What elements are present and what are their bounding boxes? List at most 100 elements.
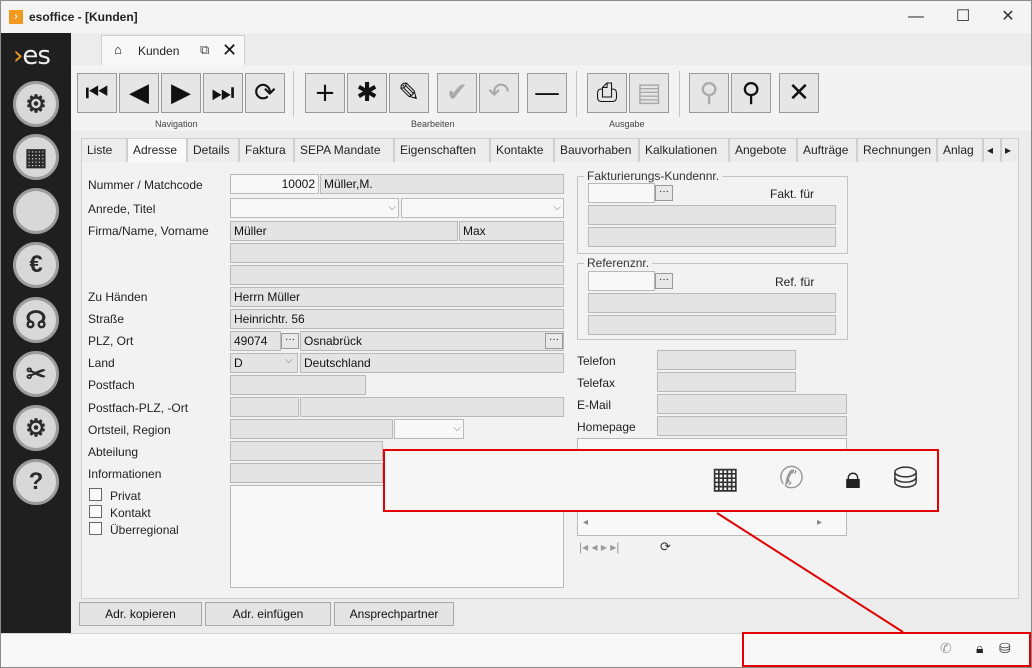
city-field[interactable]: Osnabrück	[300, 331, 564, 351]
attention-field[interactable]: Herrn Müller	[230, 287, 564, 307]
tab-sepa-mandate[interactable]: SEPA Mandate	[294, 138, 394, 162]
homepage-field[interactable]	[657, 416, 847, 436]
pobox-zip-field[interactable]	[230, 397, 299, 417]
label-email: E-Mail	[577, 398, 612, 412]
database-icon[interactable]: ⛁	[999, 641, 1011, 657]
external-window-icon[interactable]: ⧉	[200, 42, 209, 58]
delete-button[interactable]: —	[527, 73, 567, 113]
last-record-button[interactable]: ⏭	[203, 73, 243, 113]
kontakt-checkbox[interactable]	[89, 505, 102, 518]
name-line-2-field[interactable]	[230, 243, 564, 263]
tab-adresse[interactable]: Adresse	[127, 138, 187, 163]
headset-icon[interactable]: ☊	[13, 297, 59, 343]
zip-lookup-button[interactable]: ···	[281, 333, 299, 349]
copy-address-button[interactable]: Adr. kopieren	[79, 602, 202, 626]
tab-anlagen[interactable]: Anlag	[937, 138, 983, 162]
tab-rechnungen[interactable]: Rechnungen	[857, 138, 937, 162]
billing-number-legend: Fakturierungs-Kundennr.	[584, 169, 723, 183]
minimize-button[interactable]: —	[894, 3, 938, 31]
billing-number-field[interactable]	[588, 183, 655, 203]
customer-number-field[interactable]: 10002	[230, 174, 319, 194]
reference-line-2-field[interactable]	[588, 315, 836, 335]
new-button[interactable]: ✱	[347, 73, 387, 113]
chevron-down-icon: ⌵	[285, 355, 293, 366]
settings-gears-icon[interactable]: ⚙	[13, 405, 59, 451]
running-person-icon[interactable]: ⚲	[731, 73, 771, 113]
save-button[interactable]: ✔	[437, 73, 477, 113]
billing-line-1-field[interactable]	[588, 205, 836, 225]
tab-auftraege[interactable]: Aufträge	[797, 138, 857, 162]
tab-kalkulationen[interactable]: Kalkulationen	[639, 138, 729, 162]
print-button[interactable]: ⎙	[587, 73, 627, 113]
street-field[interactable]: Heinrichtr. 56	[230, 309, 564, 329]
gear-icon[interactable]: ⚙	[13, 81, 59, 127]
reference-number-field[interactable]	[588, 271, 655, 291]
tab-scroll-left[interactable]: ◂	[983, 138, 1001, 162]
close-tab-icon[interactable]: ✕	[222, 40, 237, 61]
department-field[interactable]	[230, 441, 383, 461]
walking-person-icon[interactable]: ⚲	[689, 73, 729, 113]
close-window-button[interactable]: ✕	[986, 3, 1030, 31]
add-button[interactable]: +	[305, 73, 345, 113]
grid-scroll-right[interactable]: ▸	[817, 517, 822, 528]
cancel-button[interactable]: ✕	[779, 73, 819, 113]
country-name-field[interactable]: Deutschland	[300, 353, 564, 373]
billing-lookup-button[interactable]: ···	[655, 185, 673, 201]
building-grid-icon[interactable]: ▦	[13, 134, 59, 180]
phone-field[interactable]	[657, 350, 796, 370]
reference-lookup-button[interactable]: ···	[655, 273, 673, 289]
fax-field[interactable]	[657, 372, 796, 392]
contact-persons-button[interactable]: Ansprechpartner	[334, 602, 454, 626]
print-preview-button[interactable]: ▤	[629, 73, 669, 113]
salutation-select[interactable]: ⌵	[230, 198, 399, 218]
reference-line-1-field[interactable]	[588, 293, 836, 313]
edit-button[interactable]: ✎	[389, 73, 429, 113]
blank-icon[interactable]	[13, 188, 59, 234]
label-ueberregional: Überregional	[110, 523, 179, 537]
help-icon[interactable]: ?	[13, 459, 59, 505]
firstname-field[interactable]: Max	[459, 221, 564, 241]
billing-line-2-field[interactable]	[588, 227, 836, 247]
name-line-3-field[interactable]	[230, 265, 564, 285]
label-abteilung: Abteilung	[88, 445, 139, 459]
paste-address-button[interactable]: Adr. einfügen	[205, 602, 331, 626]
database-icon: ⛁	[893, 461, 919, 496]
app-logo: ›es	[13, 41, 51, 71]
next-record-button[interactable]: ▶	[161, 73, 201, 113]
tab-faktura[interactable]: Faktura	[239, 138, 294, 162]
tab-details[interactable]: Details	[187, 138, 239, 162]
pobox-field[interactable]	[230, 375, 366, 395]
privat-checkbox[interactable]	[89, 488, 102, 501]
phone-icon[interactable]: ✆	[940, 641, 952, 657]
city-lookup-button[interactable]: ···	[545, 333, 563, 349]
matchcode-field[interactable]: Müller,M.	[320, 174, 564, 194]
undo-button[interactable]: ↶	[479, 73, 519, 113]
tab-liste[interactable]: Liste	[81, 138, 127, 162]
info-header-field[interactable]	[230, 463, 383, 483]
district-field[interactable]	[230, 419, 393, 439]
tab-bauvorhaben[interactable]: Bauvorhaben	[554, 138, 639, 162]
tab-kontakte[interactable]: Kontakte	[490, 138, 554, 162]
tab-eigenschaften[interactable]: Eigenschaften	[394, 138, 490, 162]
grid-navigator[interactable]: |◂ ◂ ▸ ▸|	[579, 540, 619, 554]
tab-scroll-right[interactable]: ▸	[1001, 138, 1019, 162]
maximize-button[interactable]: ☐	[941, 3, 985, 31]
previous-record-button[interactable]: ◀	[119, 73, 159, 113]
title-select[interactable]: ⌵	[401, 198, 564, 218]
ueberregional-checkbox[interactable]	[89, 522, 102, 535]
label-land: Land	[88, 356, 115, 370]
pobox-city-field[interactable]	[300, 397, 564, 417]
lock-icon[interactable]: 🔒︎	[976, 641, 983, 657]
name-field[interactable]: Müller	[230, 221, 458, 241]
grid-refresh-icon[interactable]: ⟳	[660, 539, 671, 555]
zip-field[interactable]: 49074	[230, 331, 281, 351]
first-record-button[interactable]: ⏮	[77, 73, 117, 113]
document-tab-kunden[interactable]: ⌂ Kunden ⧉ ✕	[101, 35, 245, 65]
email-field[interactable]	[657, 394, 847, 414]
tools-icon[interactable]: ✂	[13, 351, 59, 397]
tab-angebote[interactable]: Angebote	[729, 138, 797, 162]
grid-scroll-left[interactable]: ◂	[583, 517, 588, 528]
refresh-button[interactable]: ⟳	[245, 73, 285, 113]
region-select[interactable]: ⌵	[394, 419, 464, 439]
euro-icon[interactable]: €	[13, 242, 59, 288]
